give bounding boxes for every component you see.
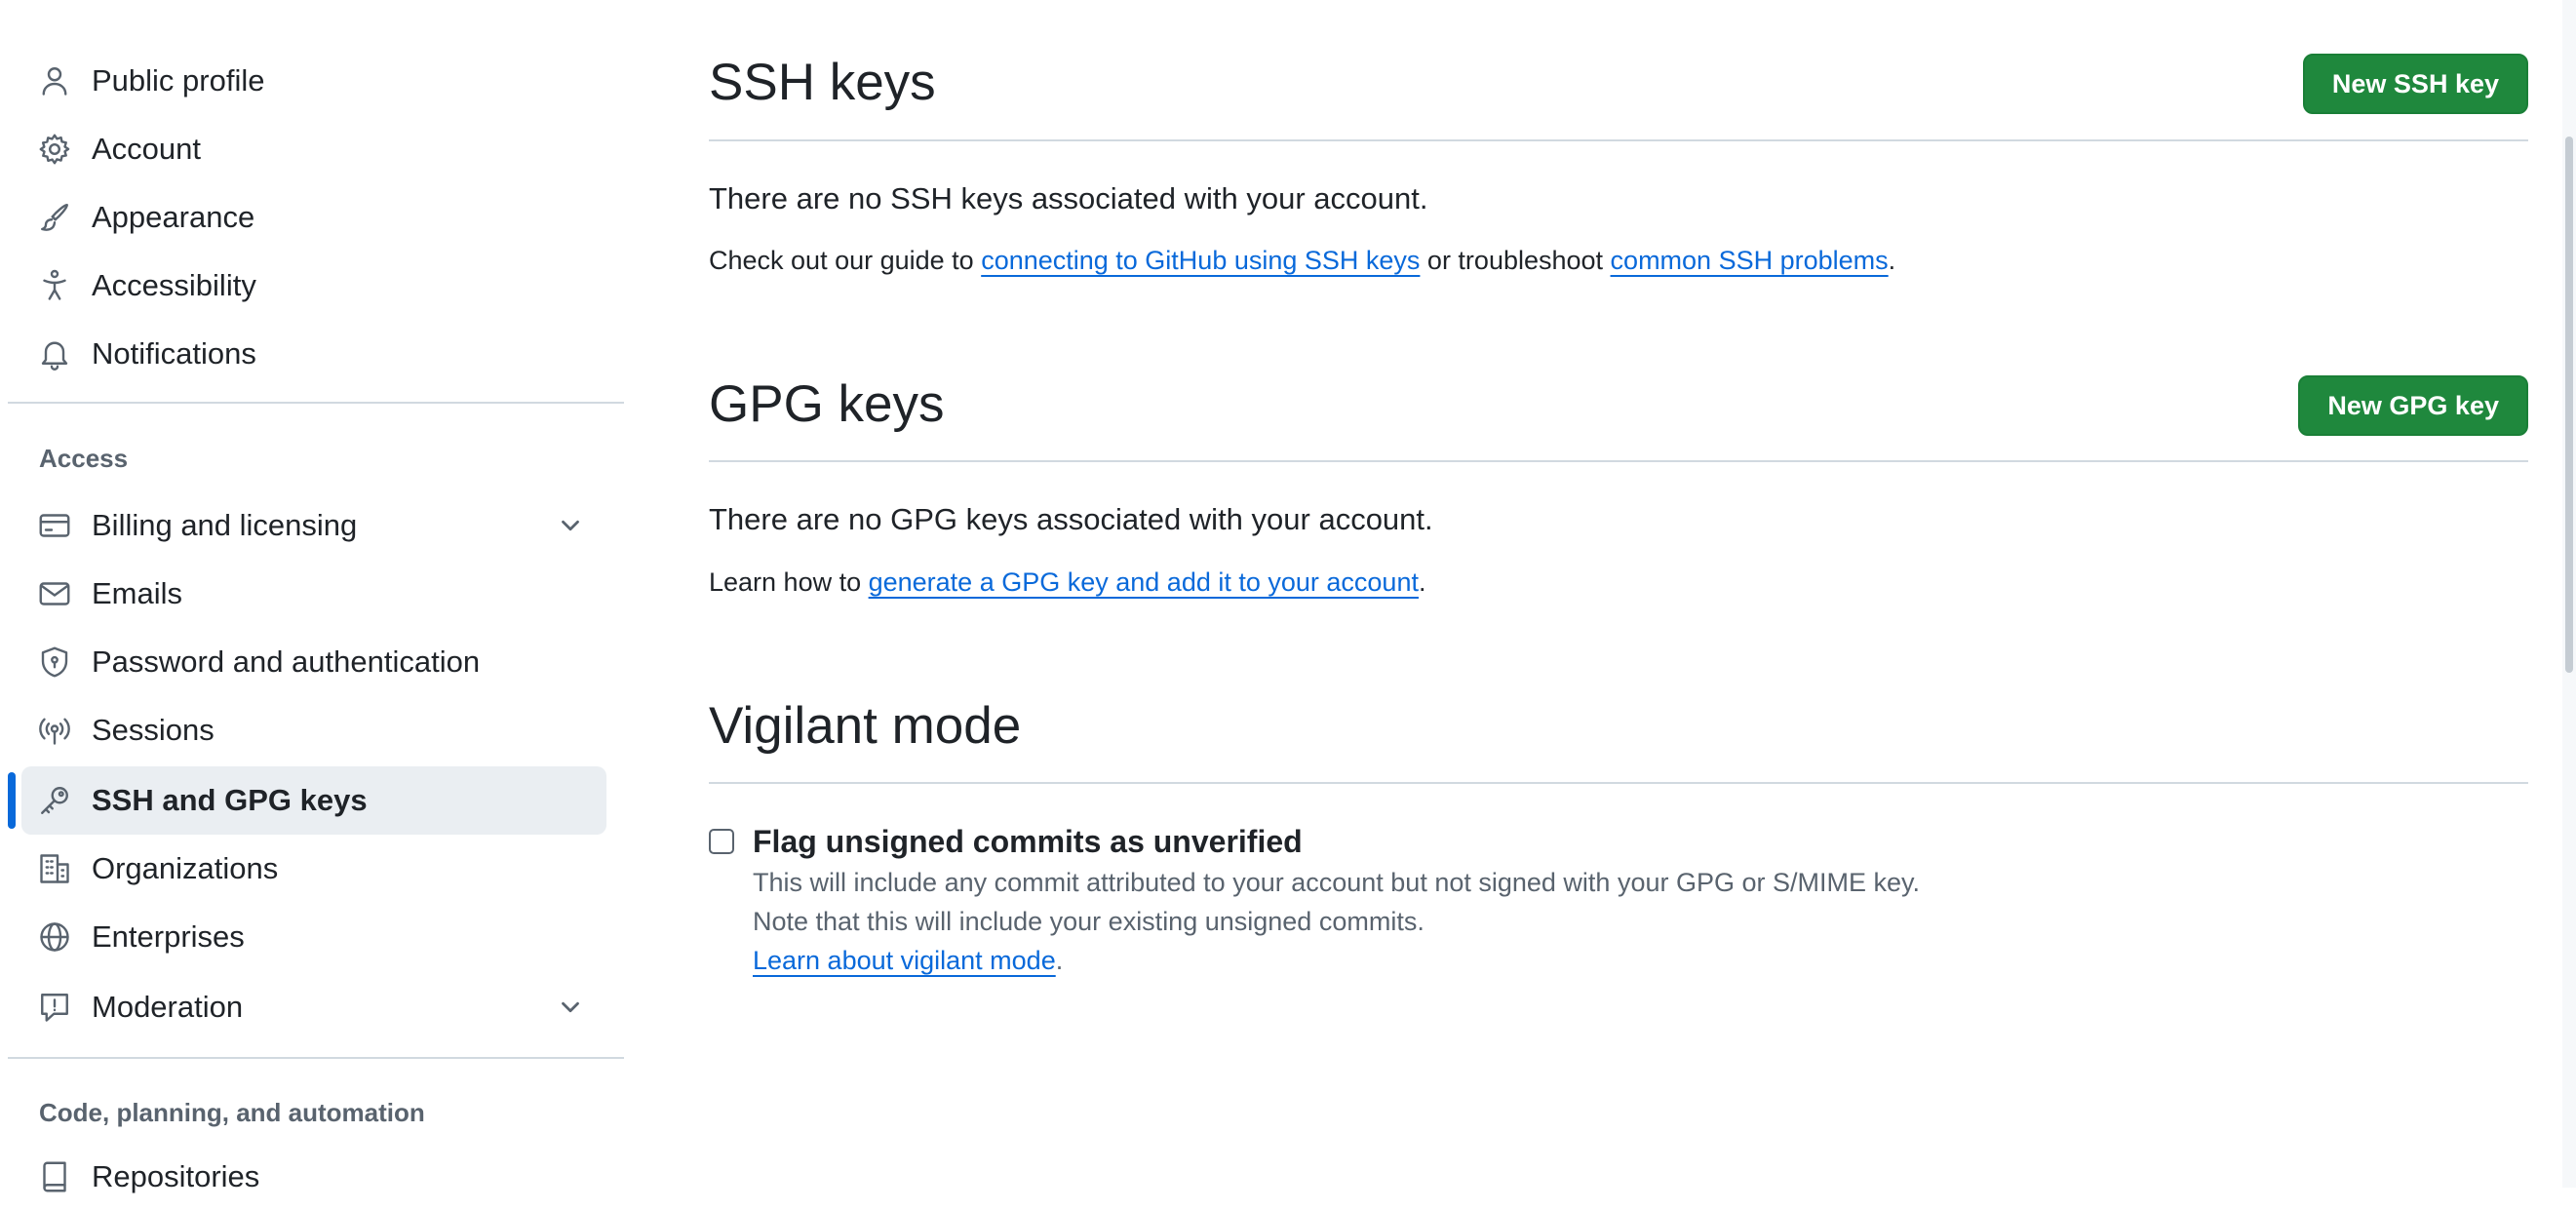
- sidebar-item-organizations[interactable]: Organizations: [21, 835, 606, 903]
- globe-icon: [37, 919, 72, 955]
- sidebar-item-label: Sessions: [92, 713, 215, 747]
- sidebar-item-label: Enterprises: [92, 919, 245, 954]
- sidebar-item-emails[interactable]: Emails: [21, 560, 606, 628]
- ssh-help-text: Check out our guide to connecting to Git…: [709, 246, 1895, 276]
- sidebar-item-moderation[interactable]: Moderation: [21, 973, 606, 1041]
- help-text-segment: .: [1888, 246, 1896, 275]
- gear-icon: [37, 132, 72, 167]
- flag-unsigned-commits-checkbox[interactable]: [709, 829, 734, 854]
- sidebar-item-appearance[interactable]: Appearance: [21, 183, 606, 252]
- sidebar-item-enterprises[interactable]: Enterprises: [21, 903, 606, 971]
- gpg-keys-heading: GPG keys: [709, 375, 945, 433]
- sidebar-divider: [8, 1057, 624, 1059]
- sidebar-item-ssh-gpg-keys[interactable]: SSH and GPG keys: [8, 766, 606, 835]
- repo-icon: [37, 1159, 72, 1194]
- sidebar-item-repositories[interactable]: Repositories: [21, 1143, 606, 1211]
- sidebar-item-account[interactable]: Account: [21, 115, 606, 183]
- sidebar-item-label: Password and authentication: [92, 645, 481, 679]
- sidebar-item-label: Moderation: [92, 990, 244, 1024]
- key-icon: [37, 783, 72, 818]
- shield-lock-icon: [37, 645, 72, 680]
- person-icon: [37, 63, 72, 98]
- gpg-help-text: Learn how to generate a GPG key and add …: [709, 567, 1425, 598]
- gpg-empty-message: There are no GPG keys associated with yo…: [709, 502, 1433, 536]
- new-ssh-key-button[interactable]: New SSH key: [2302, 54, 2528, 114]
- credit-card-icon: [37, 508, 72, 543]
- gpg-guide-link[interactable]: generate a GPG key and add it to your ac…: [869, 567, 1419, 597]
- sidebar-item-label: Repositories: [92, 1159, 260, 1193]
- scrollbar-thumb[interactable]: [2565, 137, 2573, 673]
- help-text-segment: .: [1055, 946, 1064, 975]
- sidebar-item-accessibility[interactable]: Accessibility: [21, 252, 606, 320]
- active-indicator: [8, 772, 16, 829]
- ssh-keys-heading: SSH keys: [709, 54, 936, 111]
- sidebar-heading-access: Access: [39, 444, 129, 473]
- sidebar-item-label: SSH and GPG keys: [92, 783, 368, 817]
- main-content: SSH keys New SSH key There are no SSH ke…: [709, 0, 2528, 1188]
- sidebar-item-label: Account: [92, 132, 202, 166]
- organization-icon: [37, 851, 72, 886]
- vigilant-note-line1: This will include any commit attributed …: [753, 868, 1921, 897]
- page-scrollbar[interactable]: [2562, 0, 2576, 1188]
- sidebar-item-label: Organizations: [92, 851, 279, 885]
- sidebar-heading-code-planning: Code, planning, and automation: [39, 1098, 425, 1127]
- settings-sidebar: Public profile Account Appearance Access…: [0, 0, 624, 1193]
- sidebar-item-public-profile[interactable]: Public profile: [21, 47, 606, 115]
- ssh-empty-message: There are no SSH keys associated with yo…: [709, 181, 1428, 215]
- mail-icon: [37, 576, 72, 611]
- sidebar-item-billing[interactable]: Billing and licensing: [21, 491, 606, 560]
- help-text-segment: Check out our guide to: [709, 246, 982, 275]
- vigilant-mode-heading: Vigilant mode: [709, 697, 1022, 755]
- new-gpg-key-button[interactable]: New GPG key: [2298, 375, 2528, 436]
- sidebar-divider: [8, 402, 624, 404]
- sidebar-item-notifications[interactable]: Notifications: [21, 320, 606, 388]
- ssh-troubleshoot-link[interactable]: common SSH problems: [1611, 246, 1889, 275]
- accessibility-icon: [37, 268, 72, 303]
- broadcast-icon: [37, 713, 72, 748]
- chevron-down-icon[interactable]: [556, 511, 585, 540]
- ssh-guide-link[interactable]: connecting to GitHub using SSH keys: [981, 246, 1420, 275]
- sidebar-item-sessions[interactable]: Sessions: [21, 696, 606, 764]
- help-text-segment: or troubleshoot: [1420, 246, 1611, 275]
- bell-icon: [37, 336, 72, 371]
- report-icon: [37, 990, 72, 1025]
- sidebar-item-label: Emails: [92, 576, 183, 610]
- sidebar-item-label: Appearance: [92, 200, 255, 234]
- vigilant-learn-line: Learn about vigilant mode.: [753, 946, 1063, 976]
- learn-vigilant-mode-link[interactable]: Learn about vigilant mode: [753, 946, 1056, 975]
- sidebar-item-label: Accessibility: [92, 268, 256, 302]
- paintbrush-icon: [37, 200, 72, 235]
- vigilant-note-line2: Note that this will include your existin…: [753, 907, 1425, 936]
- help-text-segment: Learn how to: [709, 567, 869, 597]
- help-text-segment: .: [1418, 567, 1426, 597]
- sidebar-item-label: Notifications: [92, 336, 256, 371]
- sidebar-item-label: Public profile: [92, 63, 265, 98]
- flag-unsigned-commits-label[interactable]: Flag unsigned commits as unverified: [753, 824, 1303, 860]
- sidebar-item-password-authentication[interactable]: Password and authentication: [21, 628, 606, 696]
- section-divider: [709, 139, 2528, 141]
- section-divider: [709, 460, 2528, 462]
- sidebar-item-label: Billing and licensing: [92, 508, 358, 542]
- section-divider: [709, 782, 2528, 784]
- chevron-down-icon[interactable]: [556, 993, 585, 1022]
